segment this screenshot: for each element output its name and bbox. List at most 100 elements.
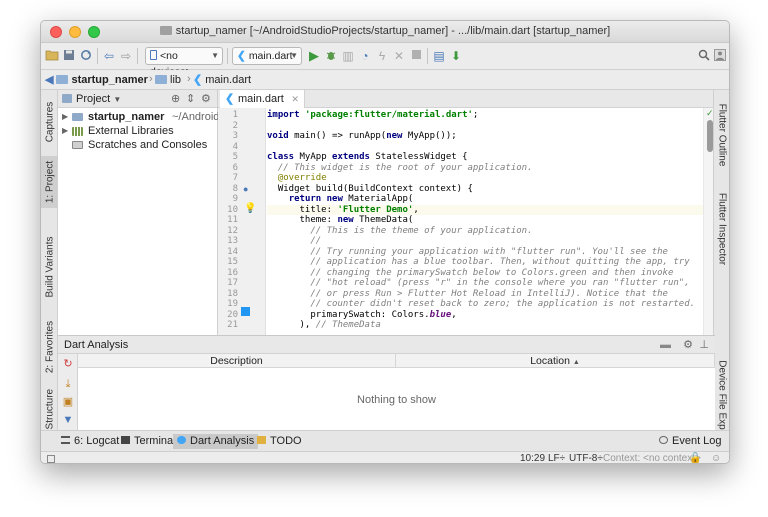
code-token: class <box>267 152 300 162</box>
project-view-selector[interactable]: Project ▼ <box>76 93 121 105</box>
code-token: // Try running your application with "fl… <box>267 246 668 257</box>
inspector-icon[interactable]: ☺ <box>711 452 721 463</box>
lightbulb-icon[interactable]: 💡 <box>244 203 256 214</box>
column-location[interactable]: Location ▲ <box>396 354 715 368</box>
tree-item-scratches[interactable]: Scratches and Consoles <box>58 138 217 152</box>
code-token: extends <box>332 152 376 162</box>
chevron-right-icon: ▶ <box>62 112 69 121</box>
stop-icon[interactable] <box>409 49 423 63</box>
forward-arrow-icon[interactable]: ⇨ <box>119 49 133 63</box>
code-line: Widget build(BuildContext context) { <box>267 184 473 195</box>
tool-dart-analysis[interactable]: Dart Analysis <box>173 434 259 449</box>
library-icon <box>72 127 83 136</box>
tool-event-log[interactable]: Event Log <box>655 434 726 449</box>
sdk-manager-icon[interactable]: ▤ <box>432 49 446 63</box>
code-line: // or press Run > Flutter Hot Reload in … <box>267 289 668 300</box>
save-icon[interactable] <box>62 49 76 63</box>
tool-terminal[interactable]: Terminal <box>117 434 180 449</box>
run-config-selector[interactable]: ❮ main.dart ▼ <box>232 47 302 65</box>
chevron-right-icon: ▶ <box>62 126 69 135</box>
breadcrumb-file[interactable]: ❮ main.dart <box>193 73 251 88</box>
line-number: 21 <box>227 320 238 330</box>
line-number: 5 <box>232 152 238 162</box>
tab-main-dart[interactable]: ❮ main.dart ✕ <box>220 90 305 108</box>
debug-icon[interactable] <box>324 49 338 63</box>
tool-logcat[interactable]: 6: Logcat <box>57 434 123 449</box>
search-icon[interactable] <box>697 49 711 63</box>
user-icon[interactable] <box>713 49 727 63</box>
lock-icon[interactable]: 🔓 <box>689 452 701 463</box>
line-number: 20 <box>227 309 238 320</box>
line-number: 17 <box>227 278 238 288</box>
gear-icon[interactable]: ⚙ <box>201 90 211 108</box>
code-token: ), <box>267 320 316 330</box>
line-number: 15 <box>227 257 238 267</box>
message-icon[interactable]: ▬ <box>660 336 671 354</box>
close-tab-icon[interactable]: ✕ <box>291 90 299 108</box>
tab-flutter-inspector[interactable]: Flutter Inspector <box>714 184 729 274</box>
collapse-icon[interactable]: ⇕ <box>186 90 195 108</box>
breadcrumb-lib[interactable]: lib <box>155 73 181 88</box>
line-number: 18 <box>227 288 238 299</box>
context-indicator: Context: <no context> <box>603 453 701 464</box>
line-number: 13 <box>227 236 238 246</box>
sort-ascending-icon: ▲ <box>572 359 580 366</box>
tree-item-project[interactable]: ▶ startup_namer ~/AndroidStudi <box>58 110 244 124</box>
tree-item-external-libraries[interactable]: ▶ External Libraries <box>58 124 217 138</box>
logcat-icon <box>61 436 70 444</box>
sync-icon[interactable] <box>79 49 93 63</box>
code-token: // <box>267 236 322 246</box>
code-token: , <box>451 309 457 320</box>
tab-project[interactable]: 1: Project <box>41 156 58 208</box>
run-icon[interactable]: ▶ <box>307 49 321 63</box>
toggle-tool-windows-icon[interactable] <box>47 455 55 463</box>
group-by-icon[interactable]: ▣ <box>62 396 74 408</box>
tab-build-variants[interactable]: Build Variants <box>41 232 58 302</box>
line-separator[interactable]: LF÷ <box>548 452 565 463</box>
code-line: void main() => runApp(new MyApp()); <box>267 131 457 142</box>
code-line: // counter didn't reset back to zero; th… <box>267 299 695 310</box>
collapse-all-icon[interactable]: ⤓ <box>62 378 74 390</box>
breadcrumb-project[interactable]: ◀ startup_namer <box>45 73 148 88</box>
code-line: return new MaterialApp( <box>267 194 414 205</box>
code-token: blue <box>429 309 452 320</box>
tab-favorites[interactable]: 2: Favorites <box>41 316 58 378</box>
code-token: // "hot reload" (press "r" in the consol… <box>267 278 690 288</box>
code-token: theme: <box>267 215 338 225</box>
profile-icon[interactable]: ▥ <box>341 49 355 63</box>
ide-window: startup_namer [~/AndroidStudioProjects/s… <box>40 20 730 464</box>
open-folder-icon[interactable] <box>45 49 59 63</box>
code-line: // This widget is the root of your appli… <box>267 163 533 174</box>
attach-debugger-icon[interactable]: ◔ <box>358 49 372 63</box>
column-description[interactable]: Description <box>78 354 396 368</box>
apply-changes-icon[interactable]: ✕ <box>392 49 406 63</box>
file-encoding[interactable]: UTF-8÷ <box>569 452 603 463</box>
folder-icon <box>56 75 69 84</box>
tab-flutter-outline[interactable]: Flutter Outline <box>714 96 729 174</box>
tool-todo[interactable]: TODO <box>253 434 306 449</box>
line-number: 4 <box>232 141 238 152</box>
line-number: 11 <box>227 215 238 225</box>
back-arrow-icon[interactable]: ⇦ <box>102 49 116 63</box>
code-token: return new <box>288 194 349 204</box>
project-panel-header: Project ▼ ⊕ ⇕ ⚙ <box>58 90 217 108</box>
filter-icon[interactable]: ▼ <box>62 414 74 426</box>
locate-icon[interactable]: ⊕ <box>171 90 180 108</box>
hot-reload-icon[interactable]: ϟ <box>375 49 389 63</box>
project-panel: Project ▼ ⊕ ⇕ ⚙ ▶ startup_namer ~/Androi… <box>58 90 244 335</box>
hide-panel-icon[interactable]: ⊥ <box>699 336 709 354</box>
caret-position[interactable]: 10:29 <box>520 452 545 463</box>
code-token: // counter didn't reset back to zero; th… <box>267 299 696 309</box>
code-area[interactable]: import 'package:flutter/material.dart'; v… <box>267 108 703 335</box>
line-number: 8 <box>232 183 238 194</box>
code-token: // application has a blue toolbar. Then,… <box>267 257 690 267</box>
avd-manager-icon[interactable]: ⬇ <box>449 49 463 63</box>
tab-captures[interactable]: Captures <box>41 94 58 150</box>
line-number: 14 <box>227 246 238 257</box>
device-selector[interactable]: <no devices>▼ <box>145 47 223 78</box>
line-number: 19 <box>227 299 238 309</box>
gear-icon[interactable]: ⚙ <box>683 336 693 354</box>
chevron-down-icon: ▼ <box>290 51 298 60</box>
refresh-analysis-icon[interactable]: ↻ <box>62 358 74 370</box>
override-marker-icon[interactable]: ● <box>243 184 248 194</box>
